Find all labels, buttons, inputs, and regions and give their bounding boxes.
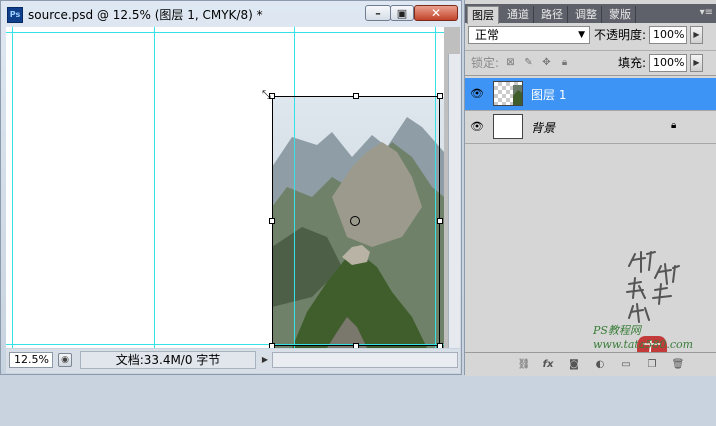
close-icon: ✕ — [430, 6, 442, 20]
layers-list: 👁︎ 图层 1 👁︎ 背景 🔒︎ PS教程网 www.tata580.com — [465, 75, 716, 370]
maximize-button[interactable]: ▣ — [390, 5, 414, 21]
fx-icon[interactable]: fx — [541, 358, 555, 371]
tab-adjustments[interactable]: 调整 — [571, 6, 602, 23]
transform-handle[interactable] — [437, 93, 443, 99]
new-group-icon[interactable]: ▭ — [619, 358, 633, 371]
eye-icon[interactable]: 👁︎ — [467, 117, 487, 137]
close-button[interactable]: ✕ — [414, 5, 458, 21]
blend-mode-select[interactable]: 正常 ▼ — [468, 26, 590, 44]
opacity-input[interactable]: 100% — [649, 26, 687, 44]
guide-line[interactable] — [6, 32, 444, 33]
blend-mode-value: 正常 — [475, 28, 500, 42]
layer-name[interactable]: 背景 — [531, 119, 555, 136]
watermark-text: PS教程网 www.tata580.com — [593, 324, 694, 351]
layers-panel: 图层 通道 路径 调整 蒙版 ▾≡ 正常 ▼ 不透明度: 100% ▶ 锁定: … — [464, 0, 716, 376]
tab-masks[interactable]: 蒙版 — [605, 6, 636, 23]
lock-all-icon[interactable]: 🔒︎ — [559, 57, 570, 68]
chevron-down-icon: ▼ — [578, 30, 585, 40]
layer-thumbnail — [493, 81, 523, 106]
guide-line[interactable] — [12, 27, 13, 348]
opacity-slider-button[interactable]: ▶ — [690, 26, 703, 44]
document-canvas[interactable]: ⤡ — [6, 27, 444, 348]
transform-handle[interactable] — [269, 343, 275, 348]
new-layer-icon[interactable]: ❐ — [645, 358, 659, 371]
transform-handle[interactable] — [269, 218, 275, 224]
ps-logo-icon: Ps — [7, 7, 23, 23]
eye-icon[interactable]: 👁︎ — [467, 84, 487, 104]
add-mask-icon[interactable]: ◙ — [567, 358, 581, 371]
transform-handle[interactable] — [437, 218, 443, 224]
status-icon[interactable]: ◉ — [58, 353, 72, 367]
transform-handle[interactable] — [437, 343, 443, 348]
layers-panel-toolbar: ⛓ fx ◙ ◐ ▭ ❐ 🗑︎ — [465, 352, 716, 376]
link-layers-icon[interactable]: ⛓ — [517, 358, 531, 371]
guide-line[interactable] — [154, 27, 155, 348]
minimize-icon: – — [375, 6, 381, 20]
tab-layers[interactable]: 图层 — [467, 6, 499, 24]
lock-position-icon[interactable]: ✥ — [541, 57, 552, 68]
lock-fill-row: 锁定: ⊠ ✎ ✥ 🔒︎ 填充: 100% ▶ — [465, 50, 716, 75]
status-bar: 12.5% ◉ 文档:33.4M/0 字节 ▶ — [6, 349, 460, 373]
transform-handle[interactable] — [353, 343, 359, 348]
resize-cursor-icon: ⤡ — [262, 88, 271, 101]
lock-icon: 🔒︎ — [671, 120, 677, 131]
document-window: Ps source.psd @ 12.5% (图层 1, CMYK/8) * –… — [0, 0, 462, 375]
transform-center-icon[interactable] — [350, 216, 360, 226]
transform-handle[interactable] — [353, 93, 359, 99]
panel-tab-bar: 图层 通道 路径 调整 蒙版 ▾≡ — [465, 4, 716, 24]
layer-row-layer-1[interactable]: 👁︎ 图层 1 — [465, 78, 716, 111]
window-title: source.psd @ 12.5% (图层 1, CMYK/8) * — [28, 8, 263, 22]
title-bar[interactable]: Ps source.psd @ 12.5% (图层 1, CMYK/8) * –… — [1, 1, 461, 27]
tab-channels[interactable]: 通道 — [503, 6, 534, 23]
zoom-field[interactable]: 12.5% — [9, 352, 53, 368]
doc-info[interactable]: 文档:33.4M/0 字节 — [80, 351, 256, 369]
opacity-label: 不透明度: — [594, 28, 647, 42]
horizontal-scrollbar[interactable] — [272, 352, 458, 368]
layer-name[interactable]: 图层 1 — [531, 86, 566, 103]
maximize-icon: ▣ — [396, 6, 408, 20]
delete-icon[interactable]: 🗑︎ — [671, 358, 685, 371]
adjustment-icon[interactable]: ◐ — [593, 358, 607, 371]
lock-image-icon[interactable]: ✎ — [523, 57, 534, 68]
layer-row-background[interactable]: 👁︎ 背景 🔒︎ — [465, 111, 716, 144]
fill-slider-button[interactable]: ▶ — [690, 54, 703, 72]
fill-input[interactable]: 100% — [649, 54, 687, 72]
canvas-area[interactable]: ⤡ — [6, 27, 460, 348]
vertical-scrollbar[interactable] — [448, 54, 460, 348]
panel-menu-icon[interactable]: ▾≡ — [700, 7, 713, 18]
blend-opacity-row: 正常 ▼ 不透明度: 100% ▶ — [465, 24, 716, 48]
tab-paths[interactable]: 路径 — [537, 6, 568, 23]
layer-thumbnail-image — [513, 85, 522, 105]
lock-label: 锁定: — [471, 56, 500, 70]
layer-thumbnail — [493, 114, 523, 139]
status-menu-arrow-icon[interactable]: ▶ — [258, 353, 272, 367]
lock-transparency-icon[interactable]: ⊠ — [505, 57, 516, 68]
fill-label: 填充: — [618, 56, 647, 70]
minimize-button[interactable]: – — [365, 5, 391, 21]
